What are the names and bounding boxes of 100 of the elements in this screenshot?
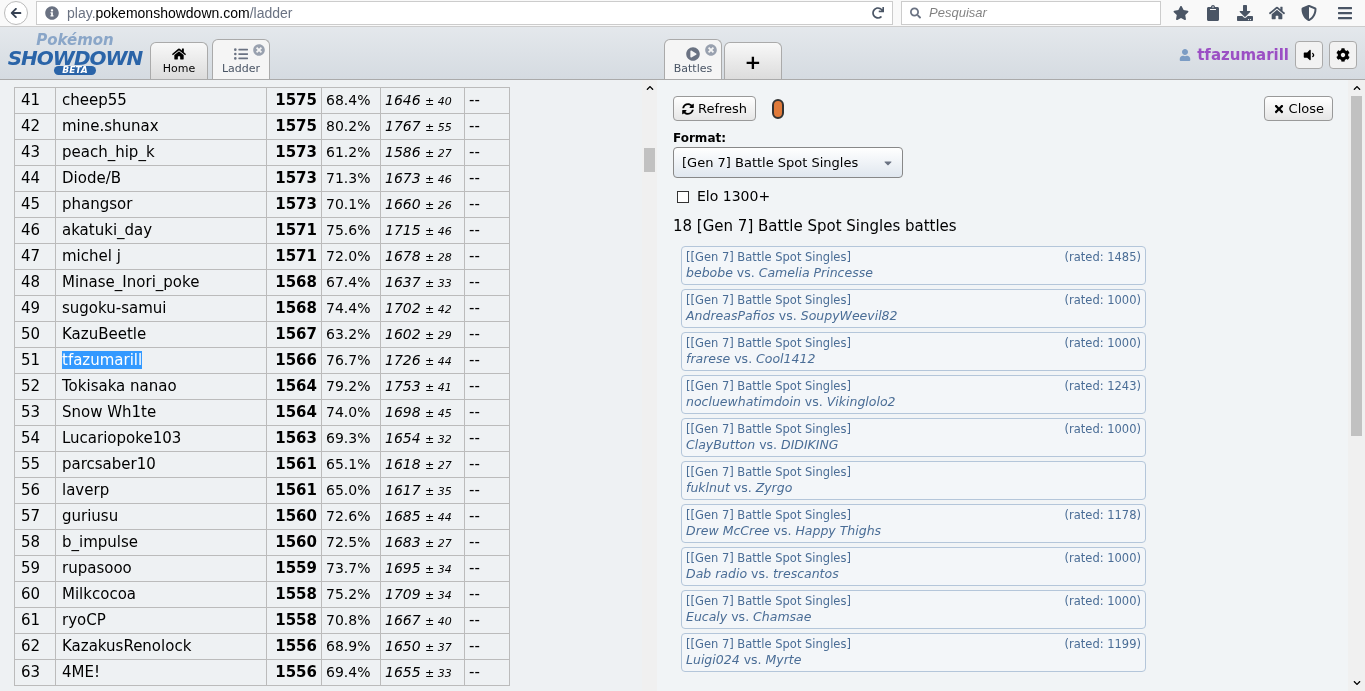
elo-cell: 1556	[266, 633, 322, 660]
battle-item[interactable]: [[Gen 7] Battle Spot Singles] ClayButton vs. DIDIKING (rated: 1000)	[681, 417, 1146, 457]
tab[interactable]: Battles	[664, 39, 722, 79]
tab[interactable]: +	[724, 42, 782, 79]
tab[interactable]: Home	[150, 42, 208, 79]
elo-cell: 1558	[266, 581, 322, 608]
close-button[interactable]: Close	[1263, 96, 1333, 121]
rank-cell: 54	[14, 425, 56, 452]
shield-icon[interactable]	[1301, 5, 1317, 21]
elo-cell: 1564	[266, 399, 322, 426]
gxe-cell: 74.4%	[321, 295, 381, 322]
back-button[interactable]	[4, 1, 28, 25]
gxe-cell: 72.6%	[321, 503, 381, 530]
battle-item[interactable]: [[Gen 7] Battle Spot Singles] Luigi024 vs. Myrte (rated: 1199)	[681, 632, 1146, 672]
name-cell[interactable]: Tokisaka nanao	[55, 373, 267, 400]
scroll-up-icon[interactable]	[1352, 84, 1361, 92]
checkbox[interactable]	[677, 190, 689, 203]
rank-cell: 47	[14, 243, 56, 270]
sound-button[interactable]	[1295, 41, 1323, 69]
battle-item[interactable]: [[Gen 7] Battle Spot Singles] frarese vs. Cool1412 (rated: 1000)	[681, 331, 1146, 371]
username[interactable]: tfazumarill	[1197, 43, 1289, 67]
rank-cell: 53	[14, 399, 56, 426]
battle-item[interactable]: [[Gen 7] Battle Spot Singles] Drew McCree vs. Happy Thighs (rated: 1178)	[681, 503, 1146, 543]
name-cell[interactable]: 4ME!	[55, 659, 267, 686]
elo-cell: 1563	[266, 425, 322, 452]
back-arrow-icon	[10, 7, 22, 19]
reload-icon[interactable]	[872, 7, 884, 19]
search-icon	[910, 7, 922, 19]
gxe-cell: 61.2%	[321, 139, 381, 166]
name-cell[interactable]: Diode/B	[55, 165, 267, 192]
table-cell: --	[464, 347, 510, 374]
name-cell[interactable]: Milkcocoa	[55, 581, 267, 608]
name-cell[interactable]: peach_hip_k	[55, 139, 267, 166]
name-cell[interactable]: michel j	[55, 243, 267, 270]
table-cell: --	[464, 607, 510, 634]
name-cell[interactable]: Lucariopoke103	[55, 425, 267, 452]
name-cell[interactable]: KazakusRenolock	[55, 633, 267, 660]
table-cell: --	[464, 555, 510, 582]
elo-cell: 1567	[266, 321, 322, 348]
list-icon	[234, 47, 248, 61]
refresh-button[interactable]: Refresh	[673, 96, 757, 121]
scroll-down-icon[interactable]	[1352, 679, 1361, 687]
star-icon[interactable]	[1173, 5, 1189, 21]
rank-cell: 49	[14, 295, 56, 322]
scroll-thumb[interactable]	[644, 148, 655, 172]
name-cell[interactable]: rupasooo	[55, 555, 267, 582]
scroll-thumb[interactable]	[1351, 96, 1362, 436]
rank-cell: 52	[14, 373, 56, 400]
name-cell[interactable]: b_impulse	[55, 529, 267, 556]
glicko-cell: 1655 ± 33	[380, 659, 465, 686]
name-cell[interactable]: Minase_Inori_poke	[55, 269, 267, 296]
glicko-cell: 1667 ± 40	[380, 607, 465, 634]
refresh-icon	[682, 102, 694, 115]
glicko-cell: 1602 ± 29	[380, 321, 465, 348]
gxe-cell: 71.3%	[321, 165, 381, 192]
logo[interactable]: Pokémon SHOWDOWN BETA	[4, 33, 146, 79]
battle-item[interactable]: [[Gen 7] Battle Spot Singles] fuklnut vs. Zyrgo	[681, 460, 1146, 500]
name-cell[interactable]: parcsaber10	[55, 451, 267, 478]
name-cell[interactable]: cheep55	[55, 87, 267, 114]
glicko-cell: 1767 ± 55	[380, 113, 465, 140]
menu-icon[interactable]	[1337, 5, 1353, 21]
name-cell[interactable]: akatuki_day	[55, 217, 267, 244]
name-cell[interactable]: ryoCP	[55, 607, 267, 634]
battle-item[interactable]: [[Gen 7] Battle Spot Singles] Dab radio vs. trescantos (rated: 1000)	[681, 546, 1146, 586]
home-icon[interactable]	[1269, 5, 1285, 21]
name-cell[interactable]: Snow Wh1te	[55, 399, 267, 426]
battle-item[interactable]: [[Gen 7] Battle Spot Singles] Eucaly vs. Chamsae (rated: 1000)	[681, 589, 1146, 629]
elo-cell: 1560	[266, 529, 322, 556]
name-cell[interactable]: laverp	[55, 477, 267, 504]
tab[interactable]: Ladder	[212, 39, 270, 79]
name-cell[interactable]: guriusu	[55, 503, 267, 530]
download-icon[interactable]	[1237, 5, 1253, 21]
address-field[interactable]: play.pokemonshowdown.com/ladder	[36, 1, 893, 25]
gxe-cell: 73.7%	[321, 555, 381, 582]
clipboard-icon[interactable]	[1205, 5, 1221, 21]
glicko-cell: 1709 ± 34	[380, 581, 465, 608]
table-cell: --	[464, 633, 510, 660]
search-input[interactable]: Pesquisar	[929, 3, 1152, 23]
table-cell: --	[464, 87, 510, 114]
battle-item[interactable]: [[Gen 7] Battle Spot Singles] bebobe vs. Camelia Princesse (rated: 1485)	[681, 245, 1146, 285]
scroll-up-icon[interactable]	[645, 84, 654, 92]
format-label: Format:	[673, 130, 726, 147]
trainer-sprite-icon	[772, 98, 785, 119]
format-dropdown[interactable]: [Gen 7] Battle Spot Singles	[673, 147, 903, 178]
glicko-cell: 1617 ± 35	[380, 477, 465, 504]
glicko-cell: 1637 ± 33	[380, 269, 465, 296]
name-cell[interactable]: sugoku-samui	[55, 295, 267, 322]
search-field[interactable]: Pesquisar	[901, 1, 1161, 25]
rank-cell: 42	[14, 113, 56, 140]
battle-item[interactable]: [[Gen 7] Battle Spot Singles] nocluewhatimdoin vs. Vikinglolo2 (rated: 1243)	[681, 374, 1146, 414]
checkbox-label[interactable]: Elo 1300+	[697, 186, 771, 207]
elo-cell: 1573	[266, 165, 322, 192]
name-cell[interactable]: phangsor	[55, 191, 267, 218]
name-cell[interactable]: KazuBeetle	[55, 321, 267, 348]
table-cell: --	[464, 139, 510, 166]
settings-button[interactable]	[1329, 41, 1357, 69]
battle-item[interactable]: [[Gen 7] Battle Spot Singles] AndreasPafios vs. SoupyWeevil82 (rated: 1000)	[681, 288, 1146, 328]
gxe-cell: 68.9%	[321, 633, 381, 660]
elo-cell: 1559	[266, 555, 322, 582]
name-cell[interactable]: mine.shunax	[55, 113, 267, 140]
